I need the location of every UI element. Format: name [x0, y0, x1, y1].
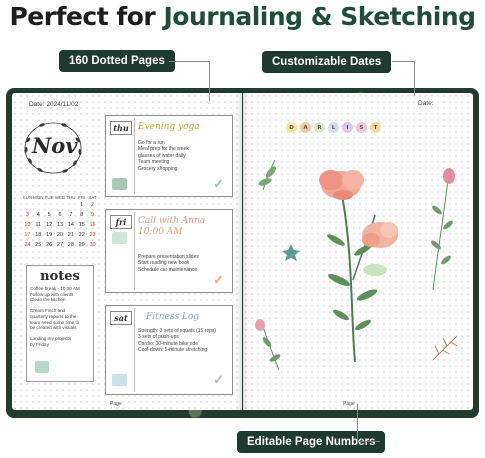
- calendar-day: 28: [67, 242, 74, 248]
- calendar-day: [65, 200, 76, 210]
- calendar-day: 22: [78, 232, 85, 238]
- headline-lead: Perfect for: [9, 2, 164, 31]
- card-item: Meal prep for the week: [138, 146, 189, 153]
- calendar-day: [22, 200, 33, 210]
- calendar-day: 18: [35, 232, 42, 238]
- calendar-day: [55, 200, 66, 210]
- month-title: Nov: [32, 133, 78, 158]
- card-list: Go for a run Meal prep for the week glas…: [138, 140, 189, 172]
- numbers-leader-line: [357, 404, 358, 442]
- calendar-day: 13: [56, 222, 64, 228]
- calendar-day: 20: [56, 232, 64, 238]
- calendar-day: 30: [89, 242, 96, 248]
- card-item: Schedule car maintenance: [138, 266, 198, 273]
- dotted-pages-tag: 160 Dotted Pages: [59, 50, 175, 72]
- calendar-day: 3: [25, 212, 29, 218]
- calendar-day: 12: [46, 222, 53, 228]
- calendar-day: 4: [36, 212, 40, 218]
- pages-leader-line: [209, 61, 210, 101]
- calendar-day: 21: [67, 232, 74, 238]
- calendar-day: 9: [91, 212, 95, 218]
- calendar-day: [33, 200, 44, 210]
- page-number-label: Page: [343, 401, 355, 407]
- pages-leader-line: [169, 61, 209, 62]
- dates-leader-line: [414, 61, 415, 96]
- card-item: Grocery shopping: [138, 165, 178, 172]
- calendar-day: 10: [24, 222, 31, 228]
- custom-dates-tag: Customizable Dates: [262, 51, 392, 73]
- calendar-day: 14: [67, 222, 74, 228]
- card-item: Cool-down: 5-minute stretching: [138, 347, 208, 354]
- card-heading: Fitness Log: [146, 312, 200, 322]
- calendar-day: 6: [58, 212, 62, 218]
- page-numbers-tag: Editable Page Numbers: [237, 431, 386, 453]
- calendar-day: 23: [89, 232, 96, 238]
- note-line: by Friday: [30, 341, 49, 347]
- day-badge: thu: [110, 121, 132, 135]
- left-page: Date: 2024/11/02 Nov SUN MON TUE WED THU…: [12, 93, 242, 410]
- left-date: Date: 2024/11/02: [29, 101, 79, 108]
- calendar-day: 16: [89, 222, 96, 228]
- card-divider: [134, 308, 135, 392]
- calendar-day: 29: [78, 242, 85, 248]
- card-divider: [134, 212, 135, 290]
- calendar-day: 19: [46, 232, 53, 238]
- notes-title: notes: [40, 269, 80, 284]
- dates-leader-line: [392, 61, 414, 62]
- sticker-icon: [35, 361, 49, 373]
- card-heading: Evening yoga: [138, 122, 200, 132]
- checkmark-icon: ✓: [213, 176, 224, 191]
- numbers-leader-line: [358, 441, 380, 442]
- day-card-sat: sat Fitness Log Strength: 3 sets of squa…: [105, 305, 233, 395]
- checkmark-icon: ✓: [213, 272, 224, 287]
- card-list: Strength: 3 sets of squats (15 reps) 3 s…: [138, 328, 216, 354]
- card-list: Prepare presentation slides Start readin…: [138, 254, 199, 273]
- notes-box: notes Coffee break - 10:00 AM Follow up …: [26, 265, 94, 382]
- sticker-icon: [112, 374, 127, 386]
- headline-emphasis: Journaling & Sketching: [163, 2, 476, 31]
- calendar-day: 1: [80, 202, 84, 208]
- calendar-day: 17: [24, 232, 31, 238]
- calendar-day: 11: [35, 222, 42, 228]
- mini-calendar: SUN MON TUE WED THU FRI SAT 1 2 3 4 5 6 …: [22, 195, 98, 250]
- calendar-day: 2: [91, 202, 95, 208]
- day-badge: fri: [110, 215, 132, 229]
- calendar-day: 25: [35, 242, 42, 248]
- calendar-week: 3 4 5 6 7 8 9: [22, 210, 98, 220]
- sticker-icon: [112, 232, 127, 244]
- calendar-week: 17 18 19 20 21 22 23: [22, 230, 98, 240]
- calendar-day: 5: [47, 212, 51, 218]
- calendar-week: 10 11 12 13 14 15 16: [22, 220, 98, 230]
- day-badge: sat: [110, 311, 132, 325]
- checkmark-icon: ✓: [213, 372, 224, 387]
- card-divider: [134, 118, 135, 194]
- day-card-thu: thu Evening yoga Go for a run Meal prep …: [105, 115, 233, 197]
- calendar-day: 24: [24, 242, 31, 248]
- calendar-day: 26: [46, 242, 53, 248]
- calendar-day: 27: [56, 242, 64, 248]
- flower-illustration: [255, 159, 458, 371]
- day-card-fri: fri Call with Anna 10:00 AM Prepare pres…: [105, 209, 233, 293]
- calendar-day: [44, 200, 55, 210]
- mail-sticker-icon: [112, 178, 127, 190]
- calendar-day: 7: [69, 212, 73, 218]
- page-number-label: Page: [110, 401, 122, 407]
- calendar-day: 15: [78, 222, 85, 228]
- calendar-week: 1 2: [22, 200, 98, 210]
- card-heading: Call with Anna: [138, 216, 206, 226]
- calendar-week: 24 25 26 27 28 29 30: [22, 240, 98, 250]
- headline: Perfect for Journaling & Sketching: [0, 2, 485, 31]
- card-heading-time: 10:00 AM: [138, 227, 183, 237]
- right-date: Date:: [418, 100, 434, 107]
- notes-list: Coffee break - 10:00 AM Follow up with c…: [27, 284, 93, 350]
- calendar-day: 8: [80, 212, 84, 218]
